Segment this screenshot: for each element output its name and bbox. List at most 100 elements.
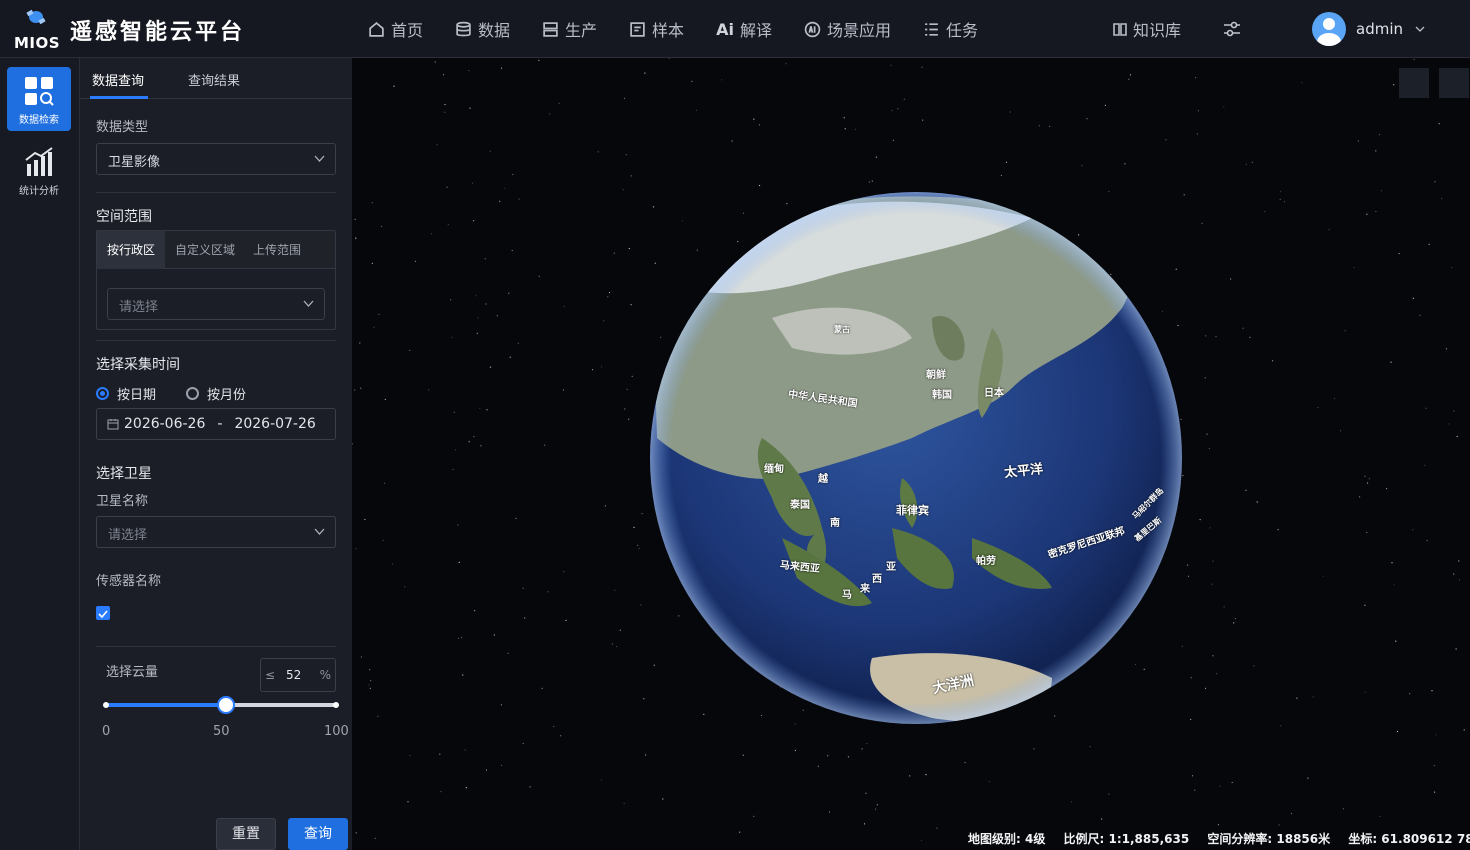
list-icon bbox=[925, 22, 938, 36]
knowledge-base-link[interactable]: 知识库 bbox=[1112, 0, 1181, 58]
slider-handle[interactable] bbox=[216, 696, 235, 714]
map-label: 泰国 bbox=[790, 500, 810, 511]
cloud-unit: % bbox=[319, 668, 331, 682]
map-label: 缅甸 bbox=[764, 464, 784, 475]
nav-interpretation[interactable]: Ai 解译 bbox=[708, 0, 780, 58]
tab-data-query[interactable]: 数据查询 bbox=[92, 70, 144, 89]
slider-fill bbox=[106, 703, 226, 707]
map-label: 马 bbox=[842, 590, 852, 601]
map-label: 蒙古 bbox=[834, 325, 850, 334]
date-separator: - bbox=[217, 416, 223, 432]
slider-tick-mid: 50 bbox=[213, 724, 230, 739]
avatar[interactable] bbox=[1312, 12, 1346, 46]
earth-globe[interactable] bbox=[352, 58, 1470, 850]
data-type-label: 数据类型 bbox=[96, 120, 149, 135]
map-label: 来 bbox=[860, 584, 870, 595]
map-tool-button[interactable] bbox=[1399, 68, 1429, 98]
chevron-down-icon bbox=[314, 155, 325, 162]
map-label: 西 bbox=[872, 574, 882, 585]
radio-by-month-label[interactable]: 按月份 bbox=[207, 384, 246, 403]
nav-production[interactable]: 生产 bbox=[534, 0, 605, 58]
start-date[interactable]: 2026-06-26 bbox=[124, 416, 205, 432]
sensor-label: 传感器名称 bbox=[96, 574, 162, 589]
nav-scenario[interactable]: 场景应用 bbox=[796, 0, 899, 58]
check-icon bbox=[98, 610, 108, 619]
radio-by-date[interactable] bbox=[96, 387, 109, 400]
slider-dot-min bbox=[103, 702, 109, 708]
logo-text: MIOS bbox=[14, 34, 61, 52]
username: admin bbox=[1356, 20, 1403, 38]
panel-tabs: 数据查询 查询结果 bbox=[80, 58, 352, 99]
map-label: 太平洋 bbox=[1003, 461, 1044, 481]
chevron-down-icon bbox=[303, 300, 314, 307]
map-label: 日本 bbox=[984, 388, 1004, 399]
user-menu[interactable]: admin bbox=[1312, 12, 1425, 46]
cloud-prefix: ≤ bbox=[265, 668, 276, 682]
time-mode-radios: 按日期 按月份 bbox=[96, 384, 276, 403]
query-panel: 数据查询 查询结果 数据类型 卫星影像 空间范围 按行政区 自定义区域 上传范围… bbox=[80, 58, 352, 850]
satellite-name-label: 卫星名称 bbox=[96, 494, 149, 509]
reset-button[interactable]: 重置 bbox=[216, 818, 276, 850]
cloud-value[interactable]: 52 bbox=[286, 668, 301, 682]
satellite-select[interactable]: 请选择 bbox=[96, 516, 336, 548]
cloud-label: 选择云量 bbox=[106, 665, 159, 680]
region-select[interactable]: 请选择 bbox=[107, 288, 325, 320]
radio-by-month[interactable] bbox=[186, 387, 200, 400]
spatial-range-title: 空间范围 bbox=[96, 209, 152, 225]
end-date[interactable]: 2026-07-26 bbox=[234, 416, 315, 432]
rail-item-statistics[interactable]: 统计分析 bbox=[7, 138, 71, 202]
radio-by-date-label[interactable]: 按日期 bbox=[117, 384, 156, 403]
logo[interactable]: MIOS bbox=[12, 6, 62, 52]
subtab-admin-region[interactable]: 按行政区 bbox=[97, 231, 166, 269]
query-button[interactable]: 查询 bbox=[288, 818, 348, 850]
subtab-bar: 按行政区 自定义区域 上传范围 bbox=[97, 231, 335, 269]
cloud-slider[interactable] bbox=[103, 696, 339, 714]
server-icon bbox=[543, 21, 558, 37]
sensor-checkbox[interactable] bbox=[96, 606, 110, 620]
ai-circle-icon bbox=[804, 21, 821, 37]
map-resolution: 空间分辨率: 18856米 bbox=[1207, 832, 1331, 846]
map-tool-button[interactable] bbox=[1439, 68, 1469, 98]
left-rail: 数据检索 统计分析 bbox=[0, 58, 80, 850]
map-status-bar: 地图级别: 4级 比例尺: 1:1,885,635 空间分辨率: 18856米 … bbox=[968, 830, 1470, 847]
cloud-input[interactable]: ≤ 52 % bbox=[260, 658, 336, 692]
main-nav: 首页 数据 生产 样本 Ai 解译 场景应用 任务 bbox=[360, 0, 1002, 58]
tab-query-results[interactable]: 查询结果 bbox=[188, 70, 240, 89]
data-type-select[interactable]: 卫星影像 bbox=[96, 143, 336, 175]
satellite-logo-icon bbox=[26, 9, 46, 25]
slider-tick-min: 0 bbox=[102, 724, 111, 739]
database-icon bbox=[456, 21, 471, 36]
sliders-icon bbox=[1224, 21, 1240, 37]
globe-map-view[interactable]: 蒙古 朝鲜 韩国 日本 中华人民共和国 缅甸 越 泰国 南 菲律宾 太平洋 马来… bbox=[352, 58, 1470, 850]
map-level: 地图级别: 4级 bbox=[968, 832, 1046, 846]
map-scale: 比例尺: 1:1,885,635 bbox=[1063, 832, 1190, 846]
subtab-upload-range[interactable]: 上传范围 bbox=[243, 231, 311, 269]
calendar-icon bbox=[107, 419, 119, 430]
settings-button[interactable] bbox=[1222, 19, 1242, 39]
document-icon bbox=[630, 21, 645, 37]
chevron-down-icon bbox=[314, 528, 325, 535]
ai-icon: Ai bbox=[716, 19, 734, 39]
top-bar: MIOS 遥感智能云平台 首页 数据 生产 样本 Ai 解译 场景应用 任务 知… bbox=[0, 0, 1470, 58]
app-title: 遥感智能云平台 bbox=[70, 20, 246, 45]
satellite-title: 选择卫星 bbox=[96, 466, 152, 482]
map-label: 帕劳 bbox=[976, 556, 996, 567]
map-label: 朝鲜 bbox=[926, 370, 946, 381]
spatial-range-tabs: 按行政区 自定义区域 上传范围 请选择 bbox=[96, 230, 336, 330]
rail-item-data-search[interactable]: 数据检索 bbox=[7, 67, 71, 131]
divider bbox=[96, 646, 336, 647]
bar-chart-icon bbox=[25, 147, 53, 176]
map-label: 菲律宾 bbox=[896, 504, 929, 517]
divider bbox=[96, 192, 336, 193]
subtab-custom-area[interactable]: 自定义区域 bbox=[165, 231, 245, 269]
map-coordinates: 坐标: 61.809612 78.444477 bbox=[1348, 832, 1470, 846]
nav-data[interactable]: 数据 bbox=[447, 0, 518, 58]
date-range-picker[interactable]: 2026-06-26 - 2026-07-26 bbox=[96, 408, 336, 440]
map-label: 韩国 bbox=[932, 390, 952, 401]
nav-samples[interactable]: 样本 bbox=[621, 0, 692, 58]
nav-tasks[interactable]: 任务 bbox=[915, 0, 986, 58]
nav-home[interactable]: 首页 bbox=[360, 0, 431, 58]
home-icon bbox=[369, 21, 384, 37]
chevron-down-icon bbox=[1415, 26, 1425, 32]
map-label: 南 bbox=[830, 518, 840, 529]
